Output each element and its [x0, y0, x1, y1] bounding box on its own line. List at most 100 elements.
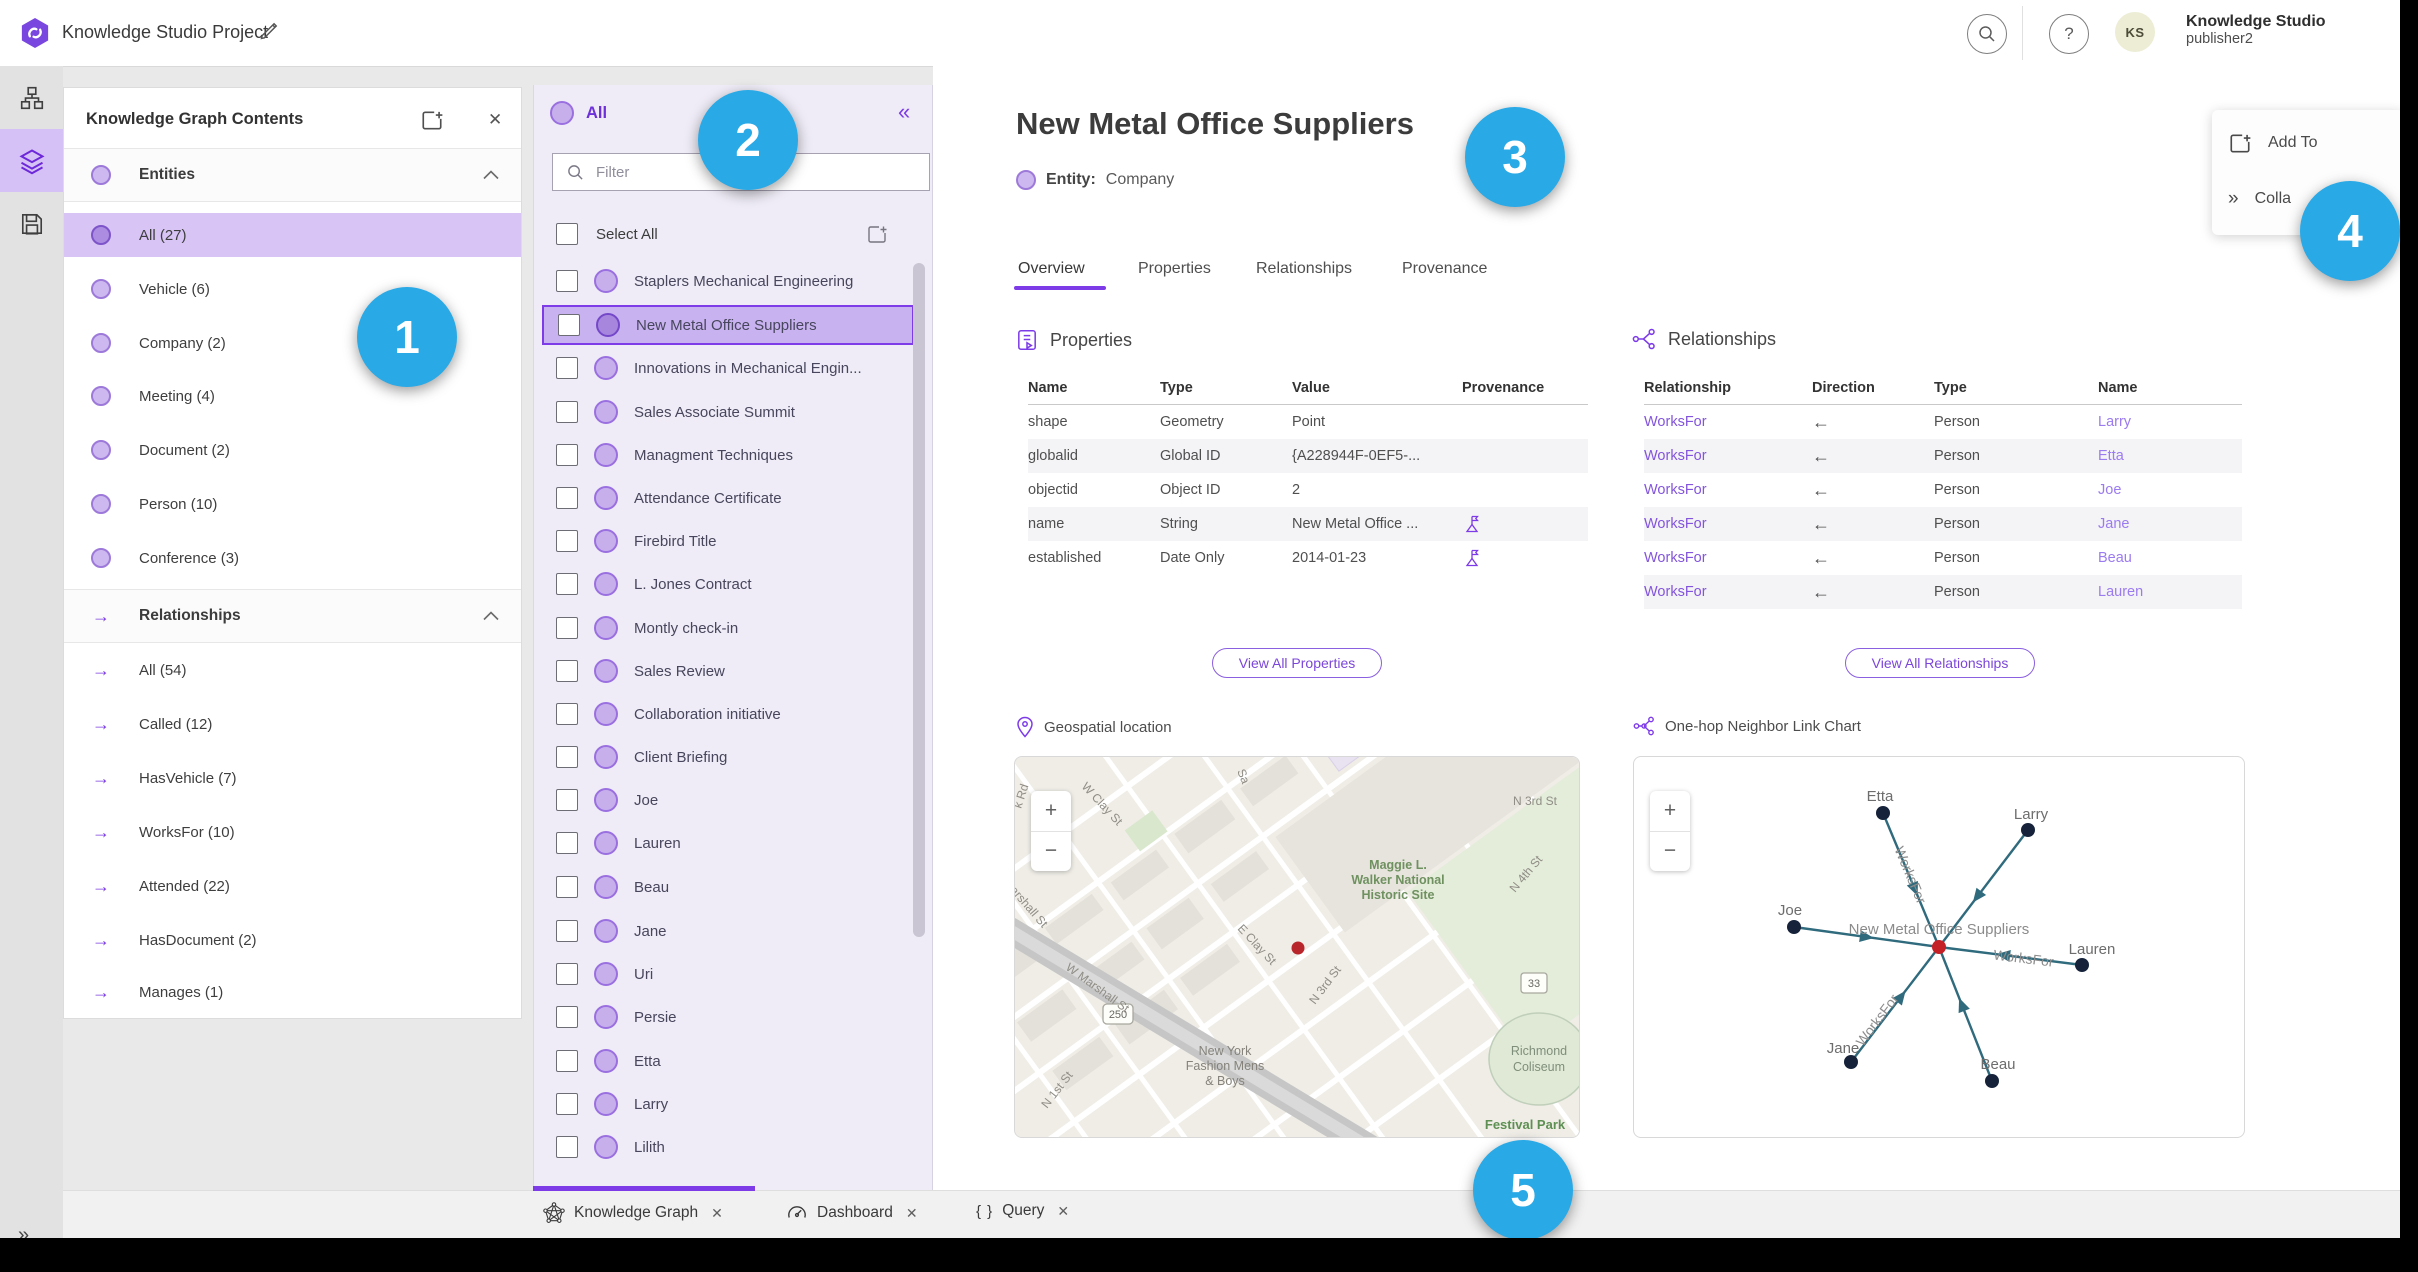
relationship-link[interactable]: WorksFor: [1644, 575, 1812, 609]
list-item[interactable]: Sales Associate Summit: [556, 394, 912, 430]
item-checkbox[interactable]: [556, 703, 578, 725]
item-checkbox[interactable]: [556, 832, 578, 854]
close-panel-icon[interactable]: ✕: [488, 110, 502, 130]
avatar[interactable]: KS: [2115, 12, 2155, 52]
close-tab-icon[interactable]: ✕: [711, 1205, 723, 1222]
list-item[interactable]: Uri: [556, 956, 912, 992]
item-checkbox[interactable]: [556, 746, 578, 768]
item-checkbox[interactable]: [556, 1093, 578, 1115]
sidebar-item-document[interactable]: Document (2): [64, 428, 521, 472]
one-hop-link-chart[interactable]: WorksFor WorksFor WorksFor Etta Larry Jo…: [1633, 756, 2245, 1138]
map-zoom-in-button[interactable]: +: [1031, 791, 1071, 832]
collapse-entities-icon[interactable]: [483, 170, 499, 180]
entity-name-link[interactable]: Lauren: [2098, 575, 2242, 609]
view-all-relationships-button[interactable]: View All Relationships: [1845, 648, 2035, 678]
relationship-link[interactable]: WorksFor: [1644, 439, 1812, 473]
item-checkbox[interactable]: [556, 789, 578, 811]
search-icon[interactable]: [1967, 14, 2007, 54]
entity-name-link[interactable]: Beau: [2098, 541, 2242, 575]
save-icon[interactable]: [0, 192, 63, 255]
relationship-link[interactable]: WorksFor: [1644, 541, 1812, 575]
list-item[interactable]: Persie: [556, 999, 912, 1035]
add-to-menu-item[interactable]: Add To: [2212, 118, 2404, 168]
add-selected-icon[interactable]: [866, 223, 888, 245]
item-checkbox[interactable]: [556, 1006, 578, 1028]
edit-title-pencil-icon[interactable]: [258, 20, 280, 42]
relationship-link[interactable]: WorksFor: [1644, 507, 1812, 541]
sidebar-item-worksfor[interactable]: → WorksFor (10): [64, 810, 521, 854]
list-scrollbar[interactable]: [913, 263, 925, 937]
item-checkbox[interactable]: [556, 573, 578, 595]
item-checkbox[interactable]: [556, 530, 578, 552]
item-checkbox[interactable]: [556, 444, 578, 466]
entity-name-link[interactable]: Larry: [2098, 405, 2242, 439]
provenance-flag-icon[interactable]: [1462, 541, 1588, 575]
item-checkbox[interactable]: [556, 1050, 578, 1072]
tab-provenance[interactable]: Provenance: [1402, 260, 1487, 278]
sidebar-item-rel-all[interactable]: → All (54): [64, 648, 521, 692]
item-checkbox[interactable]: [556, 487, 578, 509]
list-item[interactable]: Montly check-in: [556, 610, 912, 646]
list-item[interactable]: Larry: [556, 1086, 912, 1122]
list-item[interactable]: L. Jones Contract: [556, 566, 912, 602]
item-checkbox[interactable]: [556, 660, 578, 682]
list-item[interactable]: Staplers Mechanical Engineering: [556, 263, 912, 299]
relationship-link[interactable]: WorksFor: [1644, 405, 1812, 439]
item-checkbox[interactable]: [556, 876, 578, 898]
sidebar-item-vehicle[interactable]: Vehicle (6): [64, 267, 521, 311]
item-checkbox[interactable]: [556, 617, 578, 639]
sidebar-item-entities-all[interactable]: All (27): [64, 213, 521, 257]
item-checkbox[interactable]: [556, 401, 578, 423]
item-checkbox[interactable]: [556, 270, 578, 292]
sidebar-item-conference[interactable]: Conference (3): [64, 536, 521, 580]
layers-icon[interactable]: [0, 129, 63, 192]
tab-dashboard[interactable]: Dashboard ✕: [786, 1202, 918, 1224]
help-icon[interactable]: ?: [2049, 14, 2089, 54]
list-item[interactable]: Innovations in Mechanical Engin...: [556, 350, 912, 386]
collapse-relationships-icon[interactable]: [483, 611, 499, 621]
relationships-group-header[interactable]: → Relationships: [64, 589, 521, 643]
tab-relationships[interactable]: Relationships: [1256, 260, 1352, 278]
chart-zoom-out-button[interactable]: −: [1650, 832, 1690, 872]
item-checkbox[interactable]: [556, 1136, 578, 1158]
tab-properties[interactable]: Properties: [1138, 260, 1211, 278]
sidebar-item-hasvehicle[interactable]: → HasVehicle (7): [64, 756, 521, 800]
relationship-link[interactable]: WorksFor: [1644, 473, 1812, 507]
sidebar-item-called[interactable]: → Called (12): [64, 702, 521, 746]
list-item[interactable]: Collaboration initiative: [556, 696, 912, 732]
item-checkbox[interactable]: [558, 314, 580, 336]
sidebar-item-attended[interactable]: → Attended (22): [64, 864, 521, 908]
list-item[interactable]: Beau: [556, 869, 912, 905]
list-item[interactable]: Etta: [556, 1043, 912, 1079]
list-item[interactable]: Lauren: [556, 825, 912, 861]
list-item[interactable]: Joe: [556, 782, 912, 818]
add-to-new-icon[interactable]: [420, 108, 444, 132]
provenance-flag-icon[interactable]: [1462, 507, 1588, 541]
close-tab-icon[interactable]: ✕: [906, 1205, 918, 1222]
app-logo-icon[interactable]: [20, 16, 50, 50]
collapse-list-panel-icon[interactable]: «: [898, 99, 910, 125]
list-item[interactable]: Jane: [556, 913, 912, 949]
geospatial-map[interactable]: 250 33 k Rd W Clay St Sa N 3rd St N 4th …: [1014, 756, 1580, 1138]
list-item[interactable]: Firebird Title: [556, 523, 912, 559]
list-item-selected[interactable]: New Metal Office Suppliers: [542, 305, 914, 345]
tab-query[interactable]: { } Query ✕: [976, 1202, 1069, 1220]
list-item[interactable]: Managment Techniques: [556, 437, 912, 473]
select-all-checkbox[interactable]: [556, 223, 578, 245]
chart-zoom-in-button[interactable]: +: [1650, 791, 1690, 832]
sidebar-item-manages[interactable]: → Manages (1): [64, 970, 521, 1014]
list-item[interactable]: Attendance Certificate: [556, 480, 912, 516]
map-zoom-out-button[interactable]: −: [1031, 832, 1071, 872]
item-checkbox[interactable]: [556, 920, 578, 942]
sidebar-item-person[interactable]: Person (10): [64, 482, 521, 526]
item-checkbox[interactable]: [556, 963, 578, 985]
user-info[interactable]: Knowledge Studio publisher2: [2186, 12, 2326, 48]
sidebar-item-hasdocument[interactable]: → HasDocument (2): [64, 918, 521, 962]
entity-name-link[interactable]: Jane: [2098, 507, 2242, 541]
tab-knowledge-graph[interactable]: Knowledge Graph ✕: [543, 1202, 723, 1224]
list-item[interactable]: Sales Review: [556, 653, 912, 689]
close-tab-icon[interactable]: ✕: [1057, 1203, 1069, 1220]
item-checkbox[interactable]: [556, 357, 578, 379]
list-item[interactable]: Lilith: [556, 1129, 912, 1165]
list-item[interactable]: Client Briefing: [556, 739, 912, 775]
